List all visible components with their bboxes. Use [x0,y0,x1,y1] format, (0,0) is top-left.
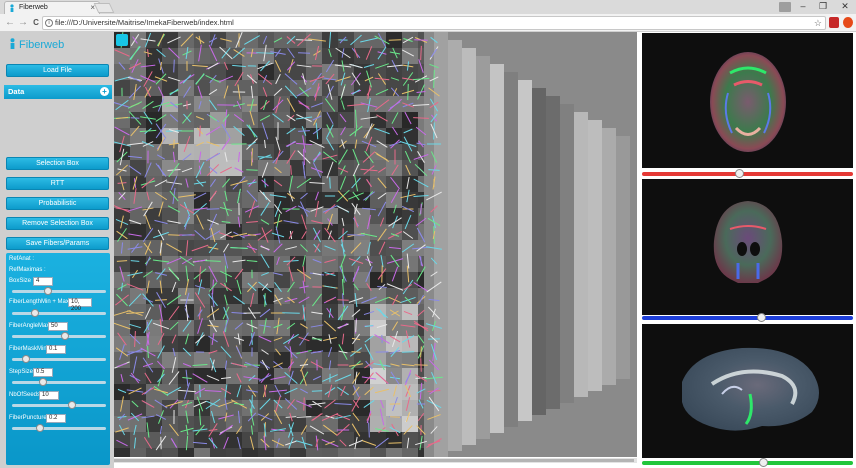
shield-extension-icon[interactable] [829,17,839,28]
browser-tab-title: Fiberweb [19,4,48,11]
fiberweb-favicon-icon [10,4,14,12]
coronal-slice-slider[interactable] [642,313,853,322]
slice-views-panel [641,32,856,468]
nb-seeds-slider-knob[interactable] [68,401,76,409]
coronal-brain-image [713,201,783,283]
probabilistic-button[interactable]: Probabilistic [6,197,109,210]
viewport-scrollbar-thumb[interactable] [114,459,634,462]
main-3d-viewport[interactable] [114,32,637,457]
fiber-puncture-slider[interactable] [12,424,106,432]
browser-tab-strip: Fiberweb × – ❐ ✕ [0,0,856,14]
window-restore-button[interactable]: ❐ [812,0,834,14]
back-button[interactable]: ← [4,16,16,29]
fiber-angle-label: FiberAngleMax : [9,323,53,329]
bookmark-star-icon[interactable]: ☆ [814,17,822,29]
browser-tab[interactable]: Fiberweb × [4,1,100,14]
fiber-puncture-input[interactable]: 0.2 [46,414,66,423]
ref-maximas-label: RefMaximas : [9,267,46,273]
coronal-slider-knob[interactable] [757,313,766,322]
address-bar[interactable]: i file:///D:/Universite/Maitrise/ImekaFi… [42,16,826,30]
step-size-slider[interactable] [12,378,106,386]
voxel-fiber-render[interactable] [114,32,637,457]
box-size-slider-knob[interactable] [44,287,52,295]
reload-button[interactable]: C [30,16,42,29]
fiberweb-logo-icon [10,38,15,49]
info-icon[interactable]: i [45,19,53,27]
fiber-mask-slider-knob[interactable] [22,355,30,363]
expand-plus-icon[interactable]: + [100,87,109,96]
fiber-angle-input[interactable]: 50 [48,322,68,331]
box-size-slider[interactable] [12,287,106,295]
axial-brain-image [710,52,786,152]
params-panel: RefAnat : RefMaximas : BoxSize : 4 Fiber… [6,253,110,465]
fiber-mask-input[interactable]: 0.1 [46,345,66,354]
new-tab-button[interactable] [93,3,115,13]
fiber-angle-slider-knob[interactable] [61,332,69,340]
data-section-label: Data [8,87,25,96]
viewport-scrollbar[interactable] [114,458,637,463]
forward-button[interactable]: → [17,16,29,29]
box-size-label: BoxSize : [9,278,35,284]
address-bar-url: file:///D:/Universite/Maitrise/ImekaFibe… [55,18,234,27]
coronal-view[interactable] [642,179,853,315]
nb-seeds-input[interactable]: 10 [39,391,59,400]
axial-slider-knob[interactable] [735,169,744,178]
window-minimize-button[interactable]: – [792,0,814,14]
sidebar: Fiberweb Load File Data + Selection Box … [0,32,114,468]
load-file-button[interactable]: Load File [6,64,109,77]
sagittal-slider-knob[interactable] [759,458,768,467]
fiber-length-label: FiberLengthMin + Max : [9,299,73,305]
sagittal-view[interactable] [642,324,853,458]
axial-slice-slider[interactable] [642,169,853,178]
rtt-button[interactable]: RTT [6,177,109,190]
app-title: Fiberweb [19,39,65,51]
app-brand: Fiberweb [8,38,64,51]
browser-toolbar: ← → C i file:///D:/Universite/Maitrise/I… [0,14,856,32]
fiber-length-slider[interactable] [12,309,106,317]
profile-icon[interactable] [779,2,791,12]
selection-box-button[interactable]: Selection Box [6,157,109,170]
fiber-mask-slider[interactable] [12,355,106,363]
axial-view[interactable] [642,33,853,168]
box-size-input[interactable]: 4 [33,277,53,286]
ref-anat-label: RefAnat : [9,256,35,262]
fiber-length-slider-knob[interactable] [31,309,39,317]
adblock-extension-icon[interactable] [843,17,853,28]
fiber-angle-slider[interactable] [12,332,106,340]
save-fibers-params-button[interactable]: Save Fibers/Params [6,237,109,250]
data-section-header[interactable]: Data + [4,85,112,99]
sagittal-slice-slider[interactable] [642,458,853,467]
step-size-slider-knob[interactable] [39,378,47,386]
fiber-puncture-label: FiberPuncture : [9,415,51,421]
fiber-length-input[interactable]: 10, 200 [68,298,92,312]
fiber-mask-label: FiberMaskMin : [9,346,51,352]
remove-selection-box-button[interactable]: Remove Selection Box [6,217,109,230]
fiber-puncture-slider-knob[interactable] [36,424,44,432]
sagittal-brain-image [682,347,819,431]
nb-seeds-slider[interactable] [12,401,106,409]
window-close-button[interactable]: ✕ [834,0,856,14]
viewport-corner-button[interactable] [116,34,128,46]
step-size-input[interactable]: 0.5 [33,368,53,377]
